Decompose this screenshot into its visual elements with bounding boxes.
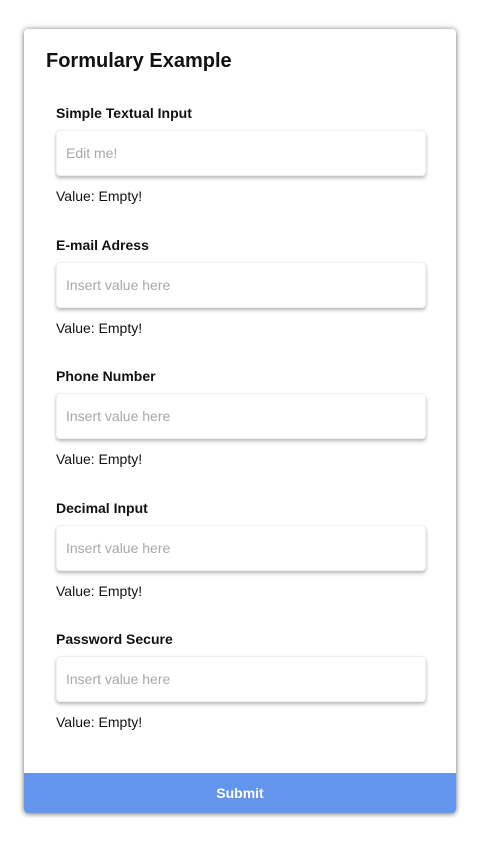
field-email: E-mail Adress Value: Empty! bbox=[56, 236, 426, 337]
form-card: Formulary Example Simple Textual Input V… bbox=[24, 29, 456, 813]
field-simple-text: Simple Textual Input Value: Empty! bbox=[56, 104, 426, 205]
form-title: Formulary Example bbox=[46, 50, 232, 72]
field-value-text: Value: Empty! bbox=[56, 320, 143, 336]
field-value-text: Value: Empty! bbox=[56, 451, 143, 467]
field-label: Phone Number bbox=[56, 368, 156, 384]
field-decimal: Decimal Input Value: Empty! bbox=[56, 499, 426, 600]
field-label: Decimal Input bbox=[56, 500, 148, 516]
field-value-text: Value: Empty! bbox=[56, 583, 143, 599]
field-value-text: Value: Empty! bbox=[56, 714, 143, 730]
field-label: Password Secure bbox=[56, 631, 173, 647]
field-value-text: Value: Empty! bbox=[56, 188, 143, 204]
simple-text-input[interactable] bbox=[56, 130, 426, 176]
field-label: Simple Textual Input bbox=[56, 105, 192, 121]
decimal-input[interactable] bbox=[56, 525, 426, 571]
field-password: Password Secure Value: Empty! bbox=[56, 630, 426, 731]
submit-button[interactable]: Submit bbox=[24, 773, 456, 813]
password-input[interactable] bbox=[56, 656, 426, 702]
email-input[interactable] bbox=[56, 262, 426, 308]
field-label: E-mail Adress bbox=[56, 237, 149, 253]
field-phone: Phone Number Value: Empty! bbox=[56, 367, 426, 468]
phone-input[interactable] bbox=[56, 393, 426, 439]
